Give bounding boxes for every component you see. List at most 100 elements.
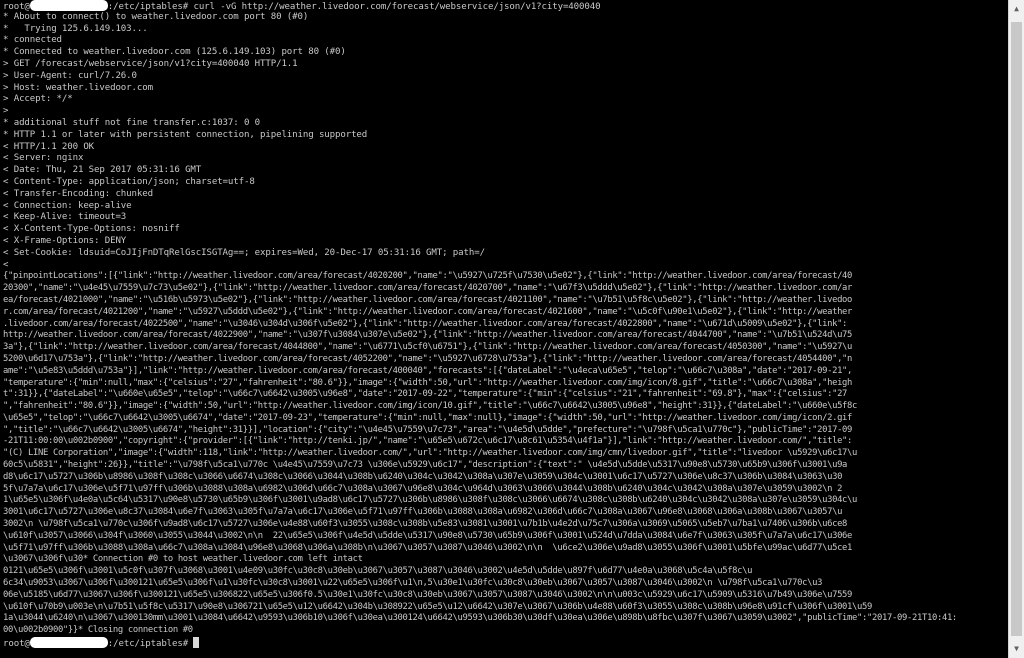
json-text: 5f\u7a7a\u6c17\u306e\u5f71\u97ff\u306b\u… xyxy=(3,483,843,494)
prompt-path: :/etc/iptables# xyxy=(107,639,189,649)
json-line: 1a\u3044\u6240\n\u3067\u300130mm\u3001\u… xyxy=(3,613,1006,625)
json-line: ame":"\u5e83\u5ddd\u753a"}],"link":"http… xyxy=(3,366,1006,378)
json-line: \u65e5","telop":"\u66c7\u6642\u3005\u667… xyxy=(3,413,1006,425)
json-line: ","fahrenheit":"80.6"}},"image":{"width"… xyxy=(3,401,1006,413)
json-text: 1\u65e5\u306f\u4e0a\u5c64\u5317\u90e8\u5… xyxy=(3,495,858,506)
json-line: ","title":"\u66c7\u6642\u3005\u6674","he… xyxy=(3,425,1006,437)
json-line: 1\u65e5\u306f\u4e0a\u5c64\u5317\u90e8\u5… xyxy=(3,495,1006,507)
json-line: 5200\u6d17\u753a"},{"link":"http://weath… xyxy=(3,354,1006,366)
terminal-line: * connected xyxy=(3,35,62,46)
session-log: * About to connect() to weather.livedoor… xyxy=(3,12,1006,272)
terminal-line: > Host: weather.livedoor.com xyxy=(3,82,153,93)
json-line: r.com/area/forecast/4021200","name":"\u5… xyxy=(3,307,1006,319)
json-text: \u5f71\u97ff\u306b\u3088\u308a\u66c7\u30… xyxy=(3,542,853,553)
json-text: {"pinpointLocations":[{"link":"http://we… xyxy=(3,271,853,282)
json-line: 3002\n \u798f\u5ca1\u770c\u306f\u9ad8\u6… xyxy=(3,519,1006,531)
json-text: 5200\u6d17\u753a"},{"link":"http://weath… xyxy=(3,353,853,364)
terminal-line: < HTTP/1.1 200 OK xyxy=(3,141,95,152)
terminal-line: > GET /forecast/webservice/json/v1?city=… xyxy=(3,58,298,69)
closing-message: * Closing connection #0 xyxy=(77,625,193,636)
terminal-window[interactable]: root@ :/etc/iptables# curl -vG http://wea… xyxy=(0,0,1008,658)
json-text: 3001\u6c17\u5727\u306e\u8c37\u3084\u6e7f… xyxy=(3,507,843,518)
scrollbar-thumb[interactable] xyxy=(1011,22,1022,636)
json-text: \u610f\u3057\u3066\u304f\u3060\u3055\u30… xyxy=(3,530,853,541)
json-text: .livedoor.com/area/forecast/4022500","na… xyxy=(3,318,848,329)
terminal-line: > User-Agent: curl/7.26.0 xyxy=(3,70,137,81)
prompt-line: root@ :/etc/iptables# curl -vG http://wea… xyxy=(3,0,1006,12)
terminal-line: < Set-Cookie: ldsuid=CoJIjFnDTqRelGscISG… xyxy=(3,247,485,258)
redacted-hostname xyxy=(29,0,108,11)
json-text: ea/forecast/4021000","name":"\u516b\u597… xyxy=(3,294,853,305)
terminal-line: * About to connect() to weather.livedoor… xyxy=(3,11,309,22)
json-text: \u3067\u306f\u30 xyxy=(3,554,83,565)
json-text: -21T11:00:00\u002b0900","copyright":{"pr… xyxy=(3,436,853,447)
json-line: 0121\u65e5\u306f\u3001\u5c0f\u307f\u3068… xyxy=(3,566,1006,578)
terminal-line: < Content-Type: application/json; charse… xyxy=(3,176,255,187)
scroll-down-arrow-icon[interactable]: ▼ xyxy=(1009,640,1024,658)
json-line: 00\u002b0900"}}* Closing connection #0 xyxy=(3,625,1006,637)
json-text: r.com/area/forecast/4021200","name":"\u5… xyxy=(3,306,853,317)
json-text: 0121\u65e5\u306f\u3001\u5c0f\u307f\u3068… xyxy=(3,566,753,577)
terminal-line: < Connection: keep-alive xyxy=(3,200,132,211)
json-text: "temperature":{"min":null,"max":{"celsiu… xyxy=(3,377,853,388)
terminal-line: < Transfer-Encoding: chunked xyxy=(3,188,153,199)
terminal-line: > Accept: */* xyxy=(3,94,73,105)
json-line: http://weather.livedoor.com/area/forecas… xyxy=(3,330,1006,342)
json-line: t":31}},{"dateLabel":"\u660e\u65e5","tel… xyxy=(3,389,1006,401)
json-line: 60c5\u5831","height":26}},"title":"\u798… xyxy=(3,460,1006,472)
json-text: 00\u002b0900"}} xyxy=(3,625,78,636)
prompt-user: root@ xyxy=(3,2,30,12)
prompt-path: :/etc/iptables# xyxy=(107,2,189,12)
terminal-line: < X-Content-Type-Options: nosniff xyxy=(3,224,180,235)
json-line: \u610f\u70b9\u003e\n\u7b51\u5f8c\u5317\u… xyxy=(3,602,1006,614)
json-response-body: {"pinpointLocations":[{"link":"http://we… xyxy=(3,271,1006,637)
json-line: 3001\u6c17\u5727\u306e\u8c37\u3084\u6e7f… xyxy=(3,507,1006,519)
vertical-scrollbar[interactable]: ▲ ▼ xyxy=(1008,0,1024,658)
terminal-line: < xyxy=(3,259,9,270)
json-line: 3a"},{"link":"http://weather.livedoor.co… xyxy=(3,342,1006,354)
prompt-line-final: root@ :/etc/iptables# xyxy=(3,637,1006,649)
json-line: 20300","name":"\u4e45\u7559\u7c73\u5e02"… xyxy=(3,283,1006,295)
terminal-line: * HTTP 1.1 or later with persistent conn… xyxy=(3,129,368,140)
terminal-output[interactable]: root@ :/etc/iptables# curl -vG http://wea… xyxy=(3,0,1006,649)
json-text: 3002\n \u798f\u5ca1\u770c\u306f\u9ad8\u6… xyxy=(3,519,848,530)
json-line: \u3067\u306f\u30* Connection #0 to host … xyxy=(3,554,1006,566)
json-text: 60c5\u5831","height":26}},"title":"\u798… xyxy=(3,460,848,471)
json-text: ","title":"\u66c7\u6642\u3005\u6674","he… xyxy=(3,424,853,435)
json-text: 1a\u3044\u6240\n\u3067\u300130mm\u3001\u… xyxy=(3,613,957,624)
json-line: "(C) LINE Corporation","image":{"width":… xyxy=(3,448,1006,460)
json-line: .livedoor.com/area/forecast/4022500","na… xyxy=(3,319,1006,331)
json-line: \u610f\u3057\u3066\u304f\u3060\u3055\u30… xyxy=(3,531,1006,543)
json-text: t":31}},{"dateLabel":"\u660e\u65e5","tel… xyxy=(3,389,848,400)
terminal-line: < Date: Thu, 21 Sep 2017 05:31:16 GMT xyxy=(3,165,202,176)
json-text: 20300","name":"\u4e45\u7559\u7c73\u5e02"… xyxy=(3,283,853,294)
json-line: 5f\u7a7a\u6c17\u306e\u5f71\u97ff\u306b\u… xyxy=(3,484,1006,496)
json-line: 6c34\u9053\u3067\u306f\u300121\u65e5\u30… xyxy=(3,578,1006,590)
terminal-line: > xyxy=(3,106,9,117)
terminal-line: < X-Frame-Options: DENY xyxy=(3,235,127,246)
json-text: "(C) LINE Corporation","image":{"width":… xyxy=(3,448,858,459)
command-text: curl -vG http://weather.livedoor.com/for… xyxy=(188,2,601,12)
terminal-line: * Connected to weather.livedoor.com (125… xyxy=(3,47,346,58)
scroll-up-arrow-icon[interactable]: ▲ xyxy=(1009,0,1024,18)
terminal-line: * additional stuff not fine transfer.c:1… xyxy=(3,117,261,128)
terminal-line: < Keep-Alive: timeout=3 xyxy=(3,212,127,223)
json-text: \u610f\u70b9\u003e\n\u7b51\u5f8c\u5317\u… xyxy=(3,601,873,612)
json-line: -21T11:00:00\u002b0900","copyright":{"pr… xyxy=(3,436,1006,448)
json-line: \u5f71\u97ff\u306b\u3088\u308a\u66c7\u30… xyxy=(3,543,1006,555)
json-text: ","fahrenheit":"80.6"}},"image":{"width"… xyxy=(3,401,858,412)
json-line: d8\u6c17\u5727\u306b\u8986\u308f\u308c\u… xyxy=(3,472,1006,484)
terminal-line: < Server: nginx xyxy=(3,153,84,164)
json-text: 6c34\u9053\u3067\u306f\u300121\u65e5\u30… xyxy=(3,578,823,589)
json-text: 3a"},{"link":"http://weather.livedoor.co… xyxy=(3,342,853,353)
redacted-hostname xyxy=(29,637,108,649)
json-text: 06e\u5185\u6d77\u3067\u306f\u300121\u65e… xyxy=(3,589,853,600)
json-text: \u65e5","telop":"\u66c7\u6642\u3005\u667… xyxy=(3,412,853,423)
json-line: ea/forecast/4021000","name":"\u516b\u597… xyxy=(3,295,1006,307)
json-text: ame":"\u5e83\u5ddd\u753a"}],"link":"http… xyxy=(3,365,853,376)
text-cursor xyxy=(193,637,200,649)
json-line: {"pinpointLocations":[{"link":"http://we… xyxy=(3,271,1006,283)
prompt-user: root@ xyxy=(3,639,30,649)
json-text: d8\u6c17\u5727\u306b\u8986\u308f\u308c\u… xyxy=(3,471,843,482)
json-line: "temperature":{"min":null,"max":{"celsiu… xyxy=(3,378,1006,390)
